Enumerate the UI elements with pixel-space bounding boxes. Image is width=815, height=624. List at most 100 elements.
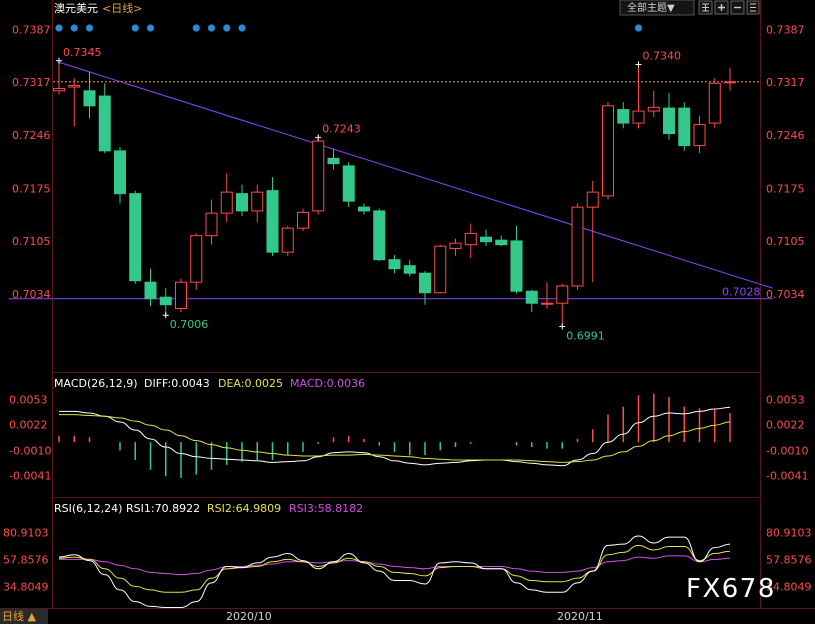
- rsi1-label: RSI1:70.8922: [126, 502, 200, 515]
- macd-legend: MACD(26,12,9) DIFF:0.0043 DEA:0.0025 MAC…: [54, 377, 365, 390]
- add-icon[interactable]: [714, 0, 729, 15]
- price-tick-label: 0.7034: [12, 288, 51, 301]
- candle-down: [663, 107, 675, 135]
- candle-up: [708, 82, 721, 124]
- candle-up: [281, 227, 294, 253]
- signal-dot: [70, 24, 78, 32]
- period-corner-tab[interactable]: 日线 ▲: [0, 609, 48, 624]
- annotation-marker: [162, 312, 169, 319]
- annotation-label: 0.7345: [63, 46, 102, 59]
- candle-up: [205, 212, 218, 237]
- candle-up: [53, 88, 65, 92]
- candle-down: [83, 90, 96, 107]
- rsi-tick-label-right: 80.9103: [766, 527, 812, 540]
- candle-down: [617, 109, 630, 124]
- candle-down: [236, 193, 248, 212]
- macd-tick-label-right: -0.0010: [766, 444, 808, 457]
- instrument-title: 澳元美元: [54, 2, 98, 15]
- macd-diff-line: [58, 406, 731, 467]
- signal-dot: [55, 24, 63, 32]
- macd-tick-label: -0.0041: [9, 469, 51, 482]
- macd-dea-line: [59, 414, 731, 463]
- annotation-label: 0.6991: [566, 329, 605, 342]
- macd-diff-label: DIFF:0.0043: [144, 377, 210, 390]
- price-tick-label-right: 0.7105: [766, 235, 805, 248]
- macd-tick-label: 0.0022: [9, 418, 48, 431]
- candle-up: [220, 191, 233, 214]
- rsi-tick-label: 34.8049: [3, 581, 49, 594]
- rsi1-line: [58, 535, 731, 609]
- macd-axis-right: 0.0053 0.0022 -0.0010 -0.0041: [766, 393, 808, 482]
- watermark: FX678: [686, 574, 776, 604]
- macd-tick-label: 0.0053: [9, 393, 48, 406]
- subtract-icon[interactable]: [730, 0, 745, 15]
- candle-up: [556, 285, 569, 304]
- annotation-marker: [315, 134, 322, 141]
- rsi-tick-label: 57.8576: [3, 554, 49, 567]
- candle-down: [114, 150, 126, 195]
- candle-down: [678, 107, 691, 147]
- candle-up: [175, 281, 187, 309]
- candle-up: [586, 191, 599, 208]
- candle-up: [541, 302, 553, 305]
- candlestick-series: [53, 60, 736, 327]
- price-tick-label: 0.7105: [12, 235, 51, 248]
- rsi2-line: [58, 544, 731, 593]
- period-corner-label: 日线 ▲: [2, 609, 36, 623]
- signal-dot: [85, 24, 94, 32]
- price-tick-label-right: 0.7175: [766, 182, 805, 195]
- candle-down: [373, 210, 386, 261]
- list-icon[interactable]: [746, 0, 760, 15]
- price-axis-right: 0.7387 0.7317 0.7246 0.7175 0.7105 0.7034: [766, 23, 805, 301]
- candle-up: [434, 245, 447, 294]
- candle-up: [464, 232, 477, 246]
- macd-title: MACD(26,12,9): [54, 377, 138, 390]
- candle-up: [647, 106, 660, 112]
- rsi3-label: RSI3:58.8182: [289, 502, 363, 515]
- candle-down: [266, 190, 279, 253]
- candle-down: [510, 240, 523, 292]
- grid-icon[interactable]: [698, 0, 713, 15]
- macd-lines: [58, 406, 731, 467]
- candle-down: [159, 296, 172, 306]
- price-tick-label-right: 0.7246: [766, 129, 805, 142]
- period-label[interactable]: <日线>: [102, 1, 142, 15]
- price-tick-label-right: 0.7034: [766, 288, 805, 301]
- candle-up: [312, 140, 325, 212]
- candle-up: [693, 124, 706, 147]
- descending-trendline: [58, 61, 773, 289]
- signal-dot: [238, 24, 246, 32]
- candle-up: [449, 242, 462, 249]
- price-axis-left: 0.7387 0.7317 0.7246 0.7175 0.7105 0.7034: [12, 23, 51, 301]
- price-tick-label: 0.7175: [12, 182, 51, 195]
- signal-dot: [192, 24, 200, 32]
- panel-frames: [0, 0, 815, 609]
- candle-up: [190, 235, 203, 283]
- x-axis-label-oct: 2020/10: [226, 610, 272, 623]
- macd-value-label: MACD:0.0036: [290, 377, 365, 390]
- candle-up: [68, 85, 81, 88]
- candle-up: [724, 81, 736, 84]
- rsi-tick-label-right: 57.8576: [766, 554, 812, 567]
- candle-up: [297, 211, 309, 229]
- annotation-label: 0.7340: [643, 50, 682, 63]
- candle-down: [342, 165, 355, 202]
- signal-dots: [55, 24, 643, 32]
- theme-dropdown[interactable]: 全部主题▼: [619, 0, 695, 16]
- signal-dot: [634, 24, 643, 32]
- candle-down: [419, 272, 431, 294]
- annotation-marker: [559, 323, 566, 330]
- candle-up: [602, 105, 614, 197]
- price-tick-label-right: 0.7387: [766, 23, 805, 36]
- annotation-marker: [635, 61, 642, 68]
- candle-down: [358, 206, 370, 212]
- macd-tick-label-right: 0.0053: [766, 393, 805, 406]
- candle-down: [403, 265, 416, 274]
- macd-tick-label: -0.0010: [9, 444, 51, 457]
- macd-tick-label-right: -0.0041: [766, 469, 808, 482]
- signal-dot: [131, 24, 139, 32]
- rsi-title: RSI(6,12,24): [54, 502, 122, 515]
- candle-down: [144, 281, 157, 300]
- signal-dot: [207, 24, 216, 32]
- price-tick-label: 0.7387: [12, 23, 51, 36]
